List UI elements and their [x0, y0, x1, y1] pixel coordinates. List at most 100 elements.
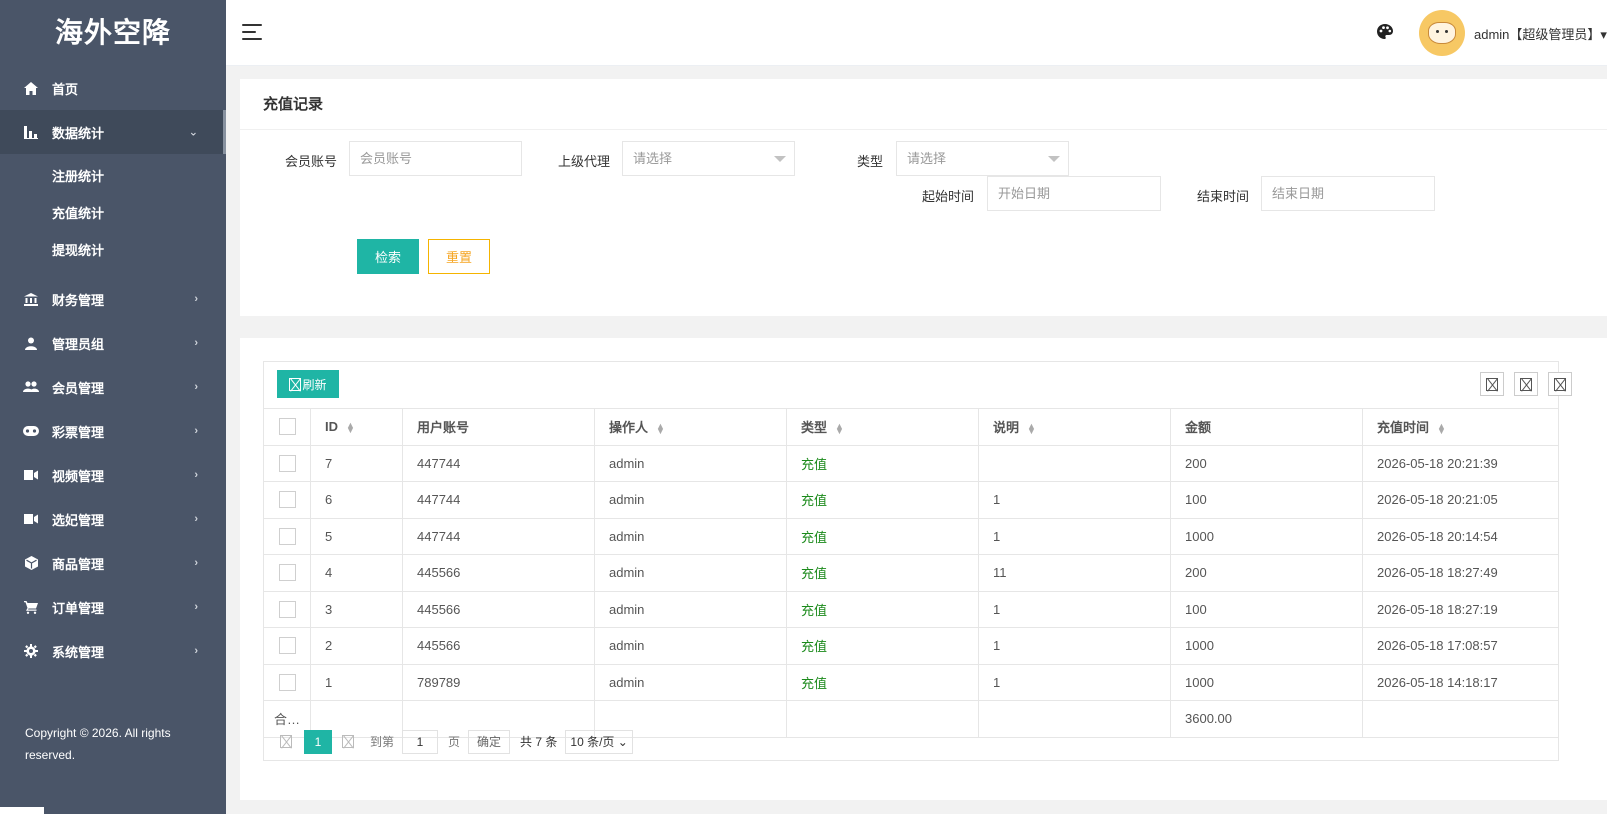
gear-icon — [22, 642, 40, 660]
cell-type: 充值 — [786, 590, 979, 628]
select-all-checkbox[interactable] — [278, 418, 296, 436]
table-row: 7 447744 admin 充值 200 2026-05-18 20:21:3… — [263, 444, 1559, 482]
column-header-type[interactable]: 类型 ▲ ▼ — [786, 408, 979, 446]
app-logo: 海外空降 — [54, 17, 171, 48]
sidebar-subitem-register-stats[interactable]: 注册统计 — [0, 158, 226, 195]
bar-chart-icon — [22, 123, 40, 141]
menu-toggle-icon[interactable] — [242, 24, 262, 40]
row-checkbox[interactable] — [278, 454, 296, 472]
total-count: 共 7 条 — [520, 735, 558, 749]
goto-page-input[interactable]: 1 — [402, 729, 439, 754]
refresh-icon — [289, 377, 302, 391]
sort-icon[interactable]: ▲ ▼ — [346, 420, 355, 434]
sidebar-item-label: 管理员组 — [52, 336, 105, 352]
prev-page-icon[interactable] — [280, 735, 294, 748]
column-header-note[interactable]: 说明 ▲ ▼ — [978, 408, 1171, 446]
cell-operator: admin — [594, 481, 787, 519]
type-select[interactable]: 请选择 — [896, 141, 1069, 176]
goto-confirm-button[interactable]: 确定 — [468, 729, 511, 754]
cell-note: 1 — [978, 663, 1171, 701]
column-header-time[interactable]: 充值时间 ▲ ▼ — [1362, 408, 1559, 446]
sidebar-item-label: 数据统计 — [52, 125, 105, 141]
cell-operator: admin — [594, 517, 787, 555]
cell-id: 2 — [310, 627, 403, 665]
sort-icon[interactable]: ▲ ▼ — [835, 421, 844, 435]
sidebar-item-admin-group[interactable]: 管理员组 › — [0, 321, 226, 365]
row-checkbox[interactable] — [278, 673, 296, 691]
cell-operator: admin — [594, 554, 787, 592]
chevron-right-icon: › — [194, 381, 198, 393]
submenu-statistics: 注册统计 充值统计 提现统计 — [0, 154, 226, 277]
sidebar-subitem-withdraw-stats[interactable]: 提现统计 — [0, 232, 226, 269]
cell-type: 充值 — [786, 481, 979, 519]
agent-select[interactable]: 请选择 — [622, 141, 795, 176]
row-checkbox[interactable] — [278, 564, 296, 582]
corner-fragment — [0, 807, 44, 814]
sidebar-item-selection[interactable]: 选妃管理 › — [0, 497, 226, 541]
cell-account: 447744 — [402, 481, 595, 519]
avatar[interactable] — [1419, 10, 1465, 56]
search-button[interactable]: 检索 — [357, 239, 419, 274]
agent-select-value: 请选择 — [633, 151, 673, 166]
user-menu[interactable]: admin【超级管理员】▾ — [1474, 24, 1607, 43]
cell-type: 充值 — [786, 444, 979, 482]
sidebar-item-statistics[interactable]: 数据统计 ⌄ — [0, 110, 226, 154]
end-time-label: 结束时间 — [1197, 189, 1250, 204]
start-date-input[interactable]: 开始日期 — [987, 176, 1161, 211]
search-panel: 充值记录 会员账号 会员账号 上级代理 请选择 类型 请选择 起始时间 开始日期… — [240, 79, 1607, 316]
sidebar-item-video[interactable]: 视频管理 › — [0, 453, 226, 497]
bank-icon — [22, 290, 40, 308]
sidebar-item-products[interactable]: 商品管理 › — [0, 541, 226, 585]
copyright-text: Copyright © 2026. All rights reserved. — [25, 726, 171, 762]
palette-icon[interactable] — [1376, 23, 1396, 43]
sort-icon[interactable]: ▲ ▼ — [656, 421, 665, 435]
refresh-button[interactable]: 刷新 — [277, 370, 339, 398]
reset-button[interactable]: 重置 — [428, 239, 490, 274]
row-checkbox[interactable] — [278, 491, 296, 509]
cell-operator: admin — [594, 590, 787, 628]
sort-icon[interactable]: ▲ ▼ — [1437, 421, 1446, 435]
column-header-account: 用户账号 — [402, 408, 595, 446]
type-label: 类型 — [857, 154, 884, 169]
cell-account: 445566 — [402, 590, 595, 628]
sidebar-item-system[interactable]: 系统管理 › — [0, 629, 226, 673]
cell-time: 2026-05-18 14:18:17 — [1362, 663, 1559, 701]
row-checkbox[interactable] — [278, 527, 296, 545]
cell-time: 2026-05-18 20:21:05 — [1362, 481, 1559, 519]
sidebar-item-orders[interactable]: 订单管理 › — [0, 585, 226, 629]
account-input[interactable]: 会员账号 — [349, 141, 522, 176]
video-icon — [22, 466, 40, 484]
cell-amount: 100 — [1170, 590, 1363, 628]
cell-time: 2026-05-18 20:14:54 — [1362, 517, 1559, 555]
column-header-id[interactable]: ID ▲ ▼ — [310, 408, 403, 446]
type-select-value: 请选择 — [907, 151, 947, 166]
sidebar-item-home[interactable]: 首页 — [0, 66, 226, 110]
sidebar-item-lottery[interactable]: 彩票管理 › — [0, 409, 226, 453]
table-row: 6 447744 admin 充值 1 100 2026-05-18 20:21… — [263, 481, 1559, 519]
column-header-operator[interactable]: 操作人 ▲ ▼ — [594, 408, 787, 446]
sidebar-item-finance[interactable]: 财务管理 › — [0, 277, 226, 321]
export-icon[interactable] — [1514, 372, 1538, 396]
row-checkbox[interactable] — [278, 637, 296, 655]
column-header-amount: 金额 — [1170, 408, 1363, 446]
cell-note: 11 — [978, 554, 1171, 592]
sort-icon[interactable]: ▲ ▼ — [1027, 421, 1036, 435]
cell-time: 2026-05-18 18:27:19 — [1362, 590, 1559, 628]
row-checkbox[interactable] — [278, 600, 296, 618]
cell-type: 充值 — [786, 663, 979, 701]
cell-amount: 1000 — [1170, 627, 1363, 665]
sidebar-item-members[interactable]: 会员管理 › — [0, 365, 226, 409]
cell-note — [978, 444, 1171, 482]
sidebar-subitem-recharge-stats[interactable]: 充值统计 — [0, 195, 226, 232]
table-row: 4 445566 admin 充值 11 200 2026-05-18 18:2… — [263, 554, 1559, 592]
sidebar-item-label: 会员管理 — [52, 380, 105, 396]
end-date-input[interactable]: 结束日期 — [1261, 176, 1435, 211]
page-size-select[interactable]: 10 条/页 ⌄ — [565, 729, 633, 754]
print-icon[interactable] — [1548, 372, 1572, 396]
columns-filter-icon[interactable] — [1480, 372, 1504, 396]
sidebar-item-label: 视频管理 — [52, 468, 105, 484]
next-page-icon[interactable] — [342, 735, 356, 748]
page-current[interactable]: 1 — [304, 729, 332, 754]
cell-id: 6 — [310, 481, 403, 519]
sidebar-item-label: 商品管理 — [52, 556, 105, 572]
